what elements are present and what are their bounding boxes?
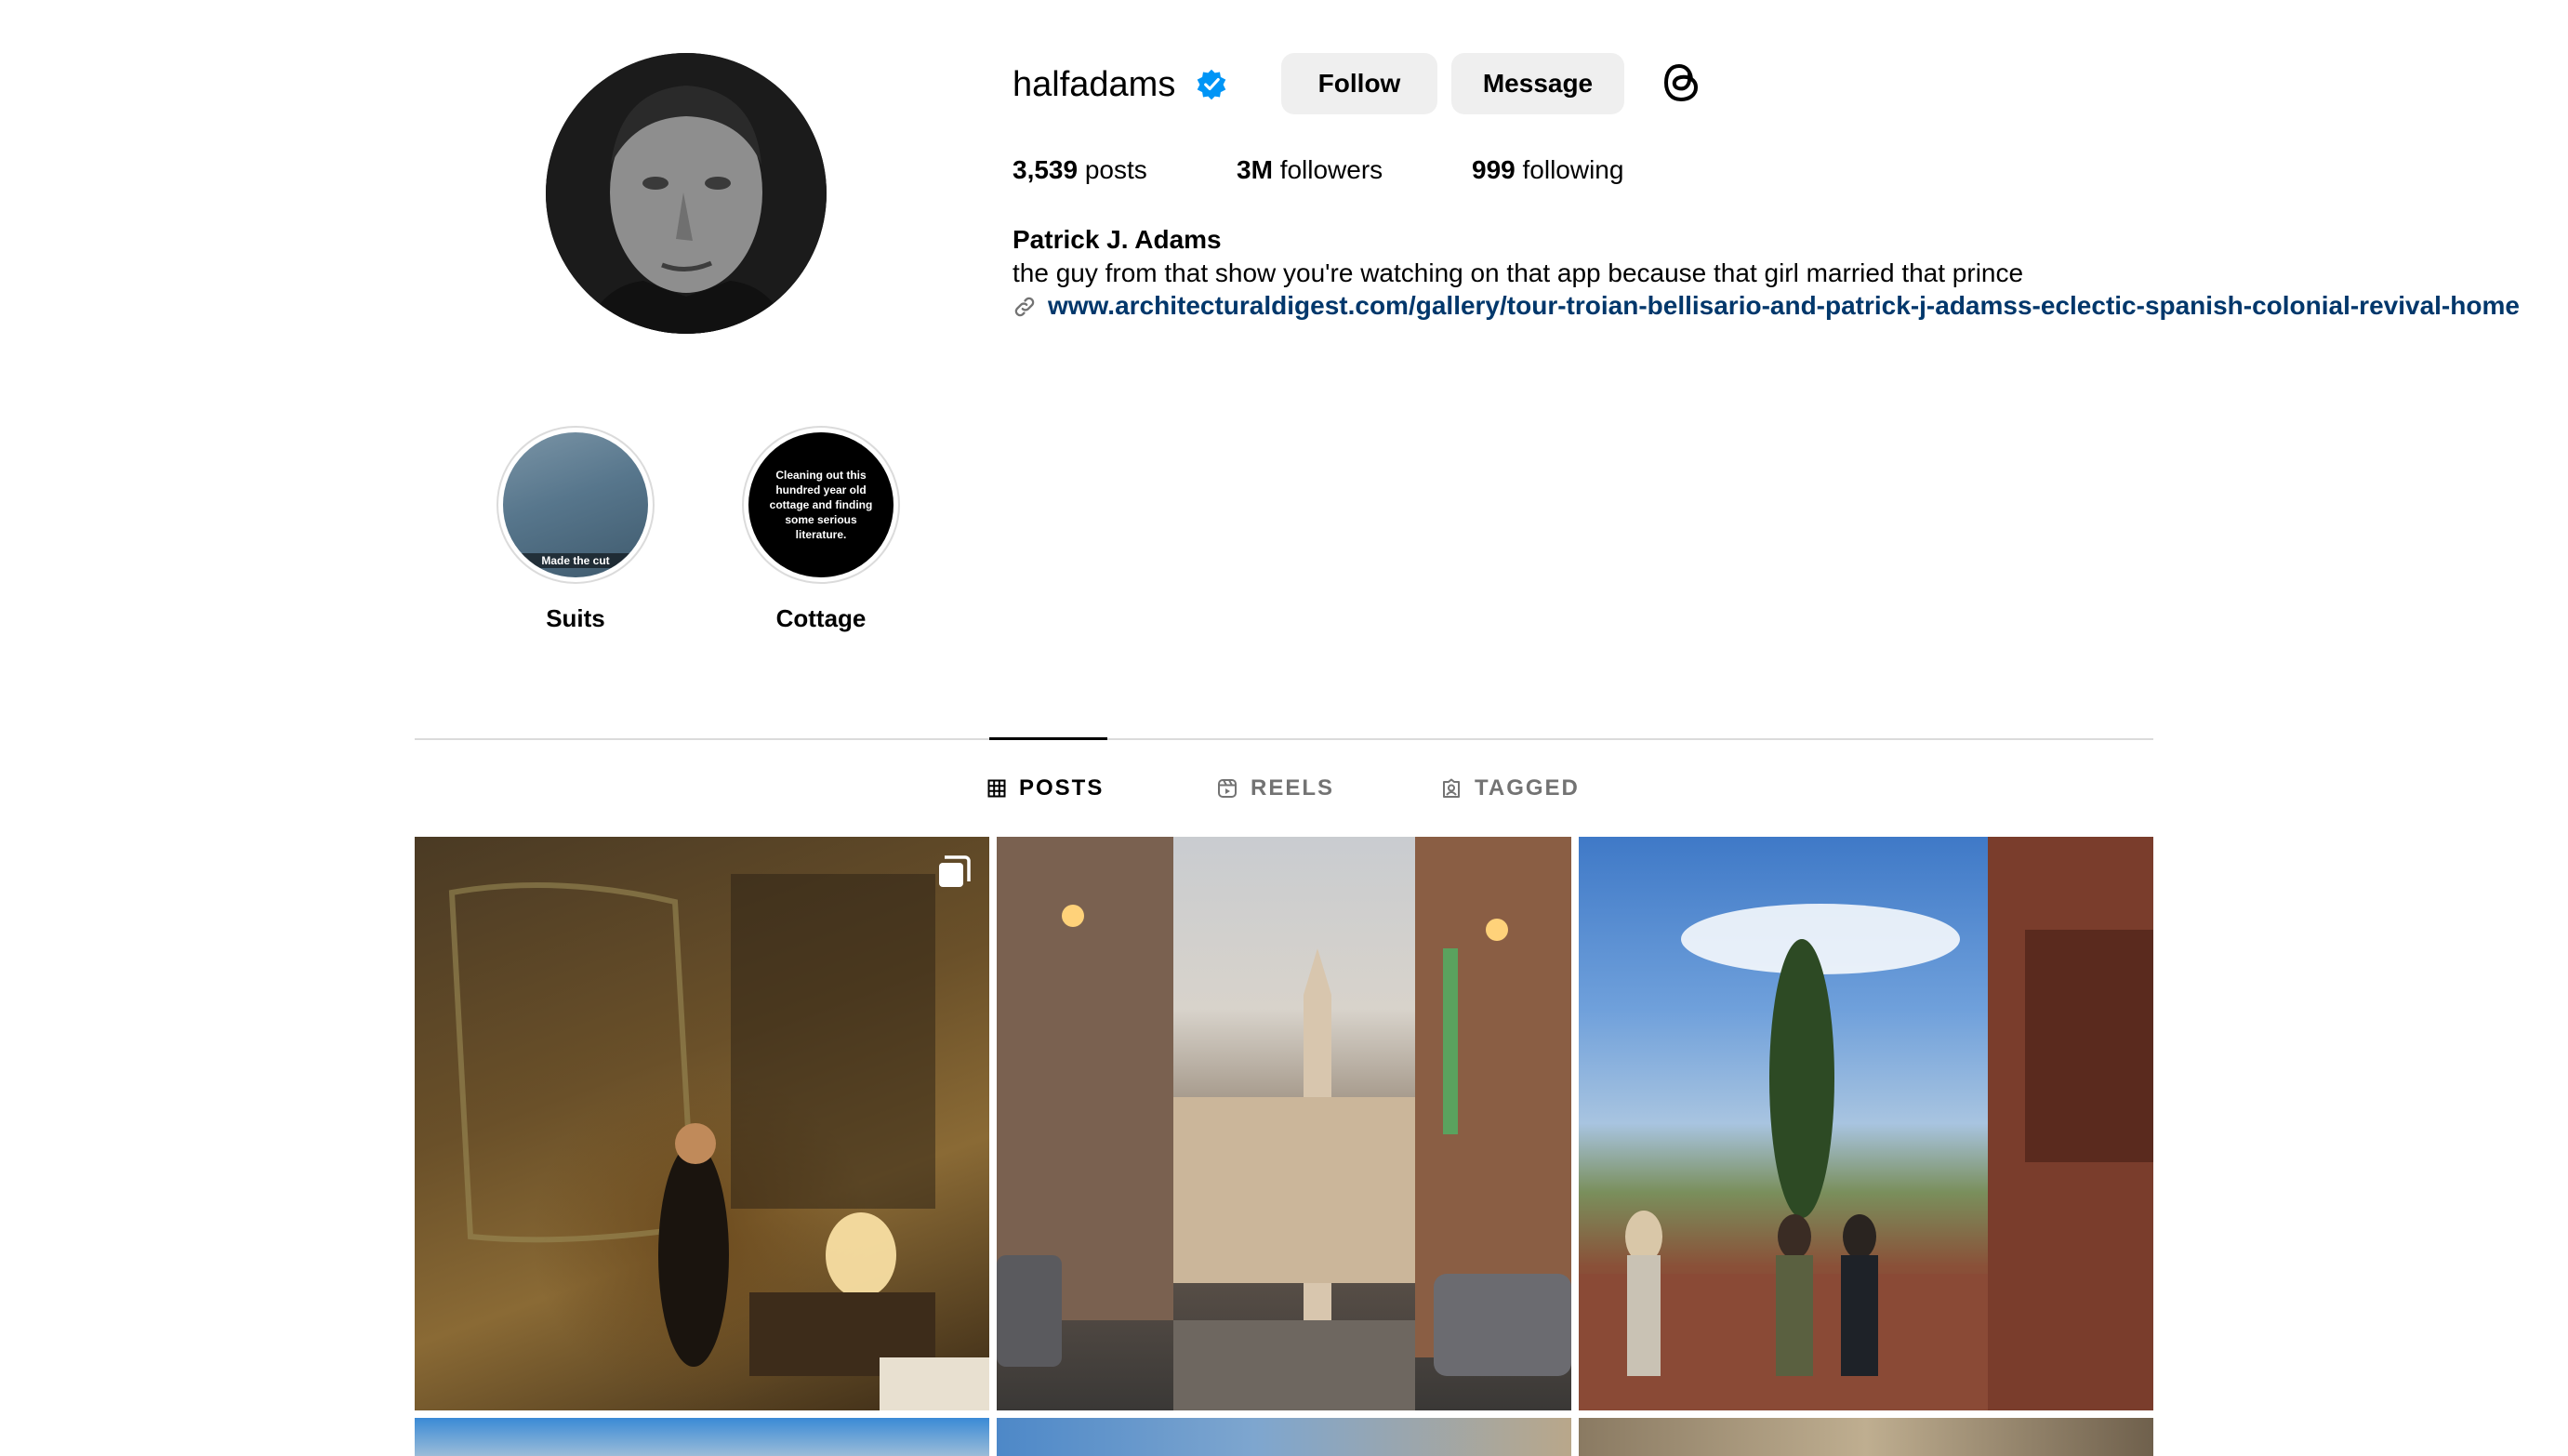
following-count-value: 999 [1472,155,1516,184]
post-image [1579,837,2153,1410]
tab-reels-label: REELS [1251,775,1335,801]
verified-badge-icon [1197,69,1226,100]
post-tile[interactable] [1579,837,2153,1410]
tagged-icon [1443,778,1460,798]
highlight-cottage-ring[interactable]: Cleaning out this hundred year old cotta… [742,426,900,584]
post-image [997,837,1571,1410]
highlight-cottage[interactable]: Cleaning out this hundred year old cotta… [742,426,900,584]
highlight-suits-ring[interactable]: Made the cut [496,426,655,584]
followers-count[interactable]: 3M followers [1237,152,1383,189]
avatar-portrait-image [546,53,827,334]
post-image [448,874,989,1410]
profile-page: halfadams Follow Message 3,539 posts 3M … [0,0,2568,1456]
message-button[interactable]: Message [1451,53,1624,114]
following-count[interactable]: 999 following [1472,152,1623,189]
tab-tagged[interactable]: TAGGED [1441,772,1580,805]
highlight-cottage-label[interactable]: Cottage [709,602,933,635]
tabs-divider [415,738,2153,740]
active-tab-indicator [989,737,1107,740]
following-count-label: following [1522,155,1624,184]
multiple-photos-icon [939,855,971,887]
followers-count-label: followers [1279,155,1383,184]
grid-icon [987,779,1006,798]
posts-count-label: posts [1084,155,1147,184]
followers-count-value: 3M [1237,155,1273,184]
highlight-suits-cover: Made the cut [503,432,648,577]
tab-posts-label: POSTS [1019,775,1105,801]
profile-bio: the guy from that show you're watching o… [1013,258,2024,287]
follow-button[interactable]: Follow [1281,53,1437,114]
tab-tagged-label: TAGGED [1475,775,1580,801]
link-icon [1014,297,1035,317]
posts-count-value: 3,539 [1013,155,1079,184]
highlight-suits-label[interactable]: Suits [464,602,687,635]
profile-username: halfadams [1013,65,1176,104]
reels-icon [1218,779,1237,798]
post-tile[interactable] [415,1418,989,1456]
profile-external-link[interactable]: www.architecturaldigest.com/gallery/tour… [1048,287,2520,324]
threads-icon[interactable] [1660,59,1704,107]
highlight-suits-cover-caption: Made the cut [503,553,648,568]
post-tile[interactable] [415,837,989,1410]
highlight-cottage-cover-caption: Cleaning out this hundred year old cotta… [769,469,873,541]
highlight-cottage-cover: Cleaning out this hundred year old cotta… [748,432,894,577]
tab-posts[interactable]: POSTS [987,772,1104,805]
profile-avatar[interactable] [546,53,827,334]
highlight-suits[interactable]: Made the cut [496,426,655,584]
post-tile[interactable] [1579,1418,2153,1456]
posts-count: 3,539 posts [1013,152,1147,189]
post-tile[interactable] [997,1418,1571,1456]
tab-reels[interactable]: REELS [1217,772,1334,805]
post-tile[interactable] [997,837,1571,1410]
profile-full-name: Patrick J. Adams [1013,225,1222,254]
